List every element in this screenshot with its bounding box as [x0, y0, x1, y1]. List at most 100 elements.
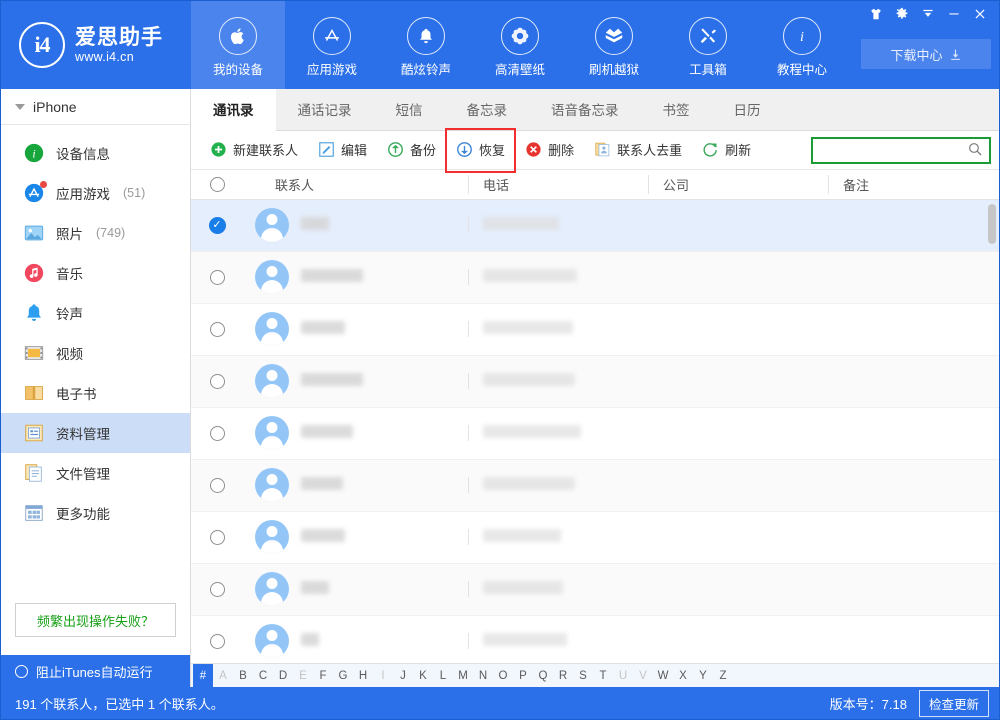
- alpha-index-b[interactable]: B: [233, 670, 253, 682]
- nav-item-my-device[interactable]: 我的设备: [191, 1, 285, 89]
- alpha-index-v[interactable]: V: [633, 670, 653, 682]
- alpha-index-h[interactable]: H: [353, 670, 373, 682]
- tab-memos[interactable]: 备忘录: [445, 89, 530, 130]
- table-row[interactable]: [191, 616, 999, 663]
- sidebar-item-ringtones[interactable]: 铃声: [1, 293, 190, 333]
- sidebar-item-more-features[interactable]: 更多功能: [1, 493, 190, 533]
- nav-item-wallpapers[interactable]: 高清壁纸: [473, 1, 567, 89]
- alpha-index-s[interactable]: S: [573, 670, 593, 682]
- tab-call-history[interactable]: 通话记录: [276, 89, 374, 130]
- contacts-list[interactable]: ✓: [191, 200, 999, 663]
- delete-button[interactable]: 删除: [516, 135, 583, 164]
- table-row[interactable]: [191, 408, 999, 460]
- minimize-icon[interactable]: [941, 3, 967, 25]
- sidebar-item-data-management[interactable]: 资料管理: [1, 413, 190, 453]
- close-icon[interactable]: [967, 3, 993, 25]
- row-checkbox[interactable]: [210, 426, 225, 441]
- alphabet-index-bar[interactable]: #ABCDEFGHIJKLMNOPQRSTUVWXYZ: [191, 663, 999, 687]
- row-select-cell[interactable]: [191, 374, 243, 389]
- search-input[interactable]: [819, 143, 967, 157]
- table-row[interactable]: [191, 252, 999, 304]
- alpha-index-q[interactable]: Q: [533, 670, 553, 682]
- sidebar-item-photos[interactable]: 照片 (749): [1, 213, 190, 253]
- row-checkbox-checked[interactable]: ✓: [209, 217, 226, 234]
- alpha-index-m[interactable]: M: [453, 670, 473, 682]
- alpha-index-y[interactable]: Y: [693, 670, 713, 682]
- tab-sms[interactable]: 短信: [374, 89, 445, 130]
- column-header-company[interactable]: 公司: [648, 175, 828, 194]
- alpha-index-a[interactable]: A: [213, 670, 233, 682]
- row-checkbox[interactable]: [210, 322, 225, 337]
- alpha-index-z[interactable]: Z: [713, 670, 733, 682]
- row-select-cell[interactable]: [191, 530, 243, 545]
- settings-gear-icon[interactable]: [889, 3, 915, 25]
- nav-item-flash-jailbreak[interactable]: 刷机越狱: [567, 1, 661, 89]
- sidebar-item-ebooks[interactable]: 电子书: [1, 373, 190, 413]
- row-select-cell[interactable]: [191, 582, 243, 597]
- tab-contacts[interactable]: 通讯录: [191, 89, 276, 131]
- row-select-cell[interactable]: ✓: [191, 217, 243, 234]
- nav-item-ringtones[interactable]: 酷炫铃声: [379, 1, 473, 89]
- table-row[interactable]: ✓: [191, 200, 999, 252]
- row-checkbox[interactable]: [210, 634, 225, 649]
- sidebar-item-file-management[interactable]: 文件管理: [1, 453, 190, 493]
- backup-button[interactable]: 备份: [378, 135, 445, 164]
- alpha-index-o[interactable]: O: [493, 670, 513, 682]
- alpha-index-p[interactable]: P: [513, 670, 533, 682]
- row-checkbox[interactable]: [210, 374, 225, 389]
- sidebar-item-device-info[interactable]: i 设备信息: [1, 133, 190, 173]
- nav-item-toolbox[interactable]: 工具箱: [661, 1, 755, 89]
- tab-voice-memos[interactable]: 语音备忘录: [529, 89, 641, 130]
- column-header-contact[interactable]: 联系人: [243, 175, 468, 194]
- device-selector[interactable]: iPhone: [1, 89, 190, 125]
- column-header-note[interactable]: 备注: [828, 175, 999, 194]
- row-select-cell[interactable]: [191, 634, 243, 649]
- row-checkbox[interactable]: [210, 582, 225, 597]
- nav-item-apps-games[interactable]: 应用游戏: [285, 1, 379, 89]
- alpha-index-j[interactable]: J: [393, 670, 413, 682]
- new-contact-button[interactable]: 新建联系人: [201, 135, 307, 164]
- tab-bookmarks[interactable]: 书签: [641, 89, 712, 130]
- block-itunes-toggle[interactable]: 阻止iTunes自动运行: [1, 655, 190, 687]
- refresh-button[interactable]: 刷新: [693, 135, 760, 164]
- sidebar-item-apps-games[interactable]: 应用游戏 (51): [1, 173, 190, 213]
- help-operation-failed-button[interactable]: 频繁出现操作失败？: [15, 603, 176, 637]
- table-row[interactable]: [191, 460, 999, 512]
- row-select-cell[interactable]: [191, 322, 243, 337]
- alpha-index-t[interactable]: T: [593, 670, 613, 682]
- table-row[interactable]: [191, 564, 999, 616]
- checkbox-icon[interactable]: [210, 177, 225, 192]
- restore-button[interactable]: 恢复: [447, 135, 514, 164]
- alpha-index-x[interactable]: X: [673, 670, 693, 682]
- alpha-index-d[interactable]: D: [273, 670, 293, 682]
- alpha-index-g[interactable]: G: [333, 670, 353, 682]
- alpha-index-hash[interactable]: #: [193, 664, 213, 688]
- row-select-cell[interactable]: [191, 270, 243, 285]
- table-row[interactable]: [191, 356, 999, 408]
- row-checkbox[interactable]: [210, 478, 225, 493]
- alpha-index-f[interactable]: F: [313, 670, 333, 682]
- nav-item-tutorials[interactable]: i 教程中心: [755, 1, 849, 89]
- alpha-index-k[interactable]: K: [413, 670, 433, 682]
- download-center-button[interactable]: 下载中心: [861, 39, 991, 69]
- row-checkbox[interactable]: [210, 270, 225, 285]
- dedupe-contacts-button[interactable]: 联系人去重: [585, 135, 691, 164]
- row-select-cell[interactable]: [191, 426, 243, 441]
- table-row[interactable]: [191, 304, 999, 356]
- search-icon[interactable]: [967, 141, 983, 160]
- alpha-index-w[interactable]: W: [653, 670, 673, 682]
- sidebar-item-music[interactable]: 音乐: [1, 253, 190, 293]
- search-box[interactable]: [811, 137, 991, 164]
- table-row[interactable]: [191, 512, 999, 564]
- row-checkbox[interactable]: [210, 530, 225, 545]
- alpha-index-n[interactable]: N: [473, 670, 493, 682]
- alpha-index-i[interactable]: I: [373, 670, 393, 682]
- alpha-index-r[interactable]: R: [553, 670, 573, 682]
- skin-icon[interactable]: [863, 3, 889, 25]
- row-select-cell[interactable]: [191, 478, 243, 493]
- select-all-checkbox[interactable]: [191, 177, 243, 192]
- alpha-index-u[interactable]: U: [613, 670, 633, 682]
- alpha-index-l[interactable]: L: [433, 670, 453, 682]
- column-header-phone[interactable]: 电话: [468, 175, 648, 194]
- edit-button[interactable]: 编辑: [309, 135, 376, 164]
